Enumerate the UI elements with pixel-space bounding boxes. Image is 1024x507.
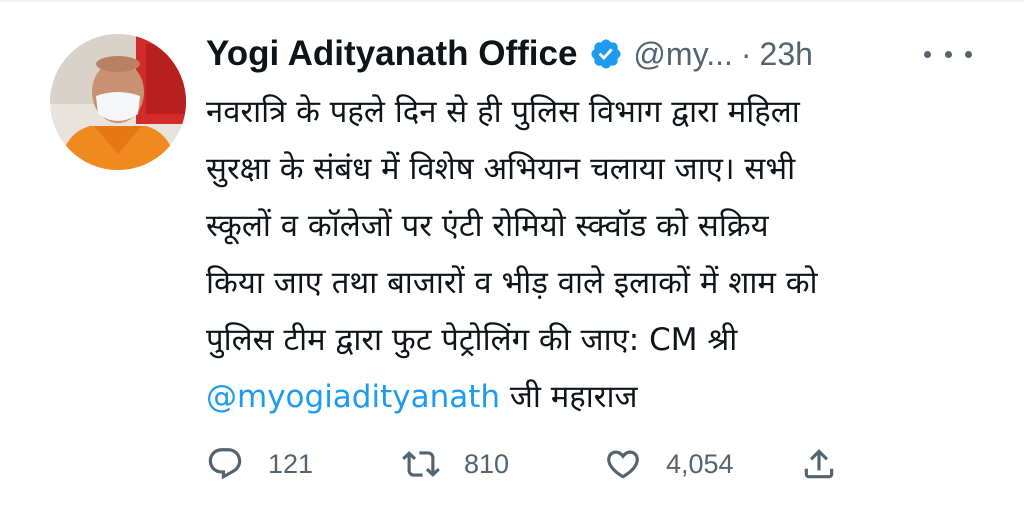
top-divider — [0, 0, 1024, 2]
author-handle[interactable]: @my... — [633, 36, 732, 73]
retweet-icon — [402, 451, 440, 477]
retweet-count: 810 — [464, 448, 510, 479]
timestamp[interactable]: 23h — [760, 36, 813, 73]
tweet-text-line: किया जाए तथा बाजारों व भीड़ वाले इलाकों … — [206, 265, 818, 301]
avatar[interactable] — [50, 34, 186, 170]
share-button[interactable] — [800, 440, 838, 488]
tweet-text-line: पुलिस टीम द्वारा फुट पेट्रोलिंग की जाए: … — [206, 322, 738, 358]
reply-button[interactable]: 121 — [206, 440, 313, 488]
tweet-text-line: स्कूलों व कॉलेजों पर एंटी रोमियो स्क्वॉड… — [206, 208, 769, 244]
tweet-text: नवरात्रि के पहले दिन से ही पुलिस विभाग द… — [206, 84, 986, 426]
retweet-button[interactable]: 810 — [402, 440, 509, 488]
action-bar: 121 810 4,054 — [206, 440, 866, 488]
like-count: 4,054 — [666, 448, 734, 479]
verified-badge-icon — [589, 37, 623, 71]
tweet-text-line: नवरात्रि के पहले दिन से ही पुलिस विभाग द… — [206, 94, 800, 130]
reply-icon — [208, 448, 242, 480]
mention-link[interactable]: @myogiadityanath — [206, 379, 500, 415]
reply-count: 121 — [268, 448, 314, 479]
separator-dot: · — [740, 35, 752, 72]
heart-icon — [607, 450, 639, 479]
tweet-text-last-line: @myogiadityanath जी महाराज — [206, 369, 986, 426]
share-icon — [804, 449, 834, 479]
tweet-text-line: सुरक्षा के संबंध में विशेष अभियान चलाया … — [206, 151, 796, 187]
like-button[interactable]: 4,054 — [604, 440, 734, 488]
tweet-header: Yogi Adityanath Office @my... · 23h — [206, 30, 984, 78]
more-icon[interactable] — [924, 40, 972, 68]
author-name[interactable]: Yogi Adityanath Office — [206, 34, 577, 74]
tweet-text-suffix: जी महाराज — [500, 379, 638, 415]
